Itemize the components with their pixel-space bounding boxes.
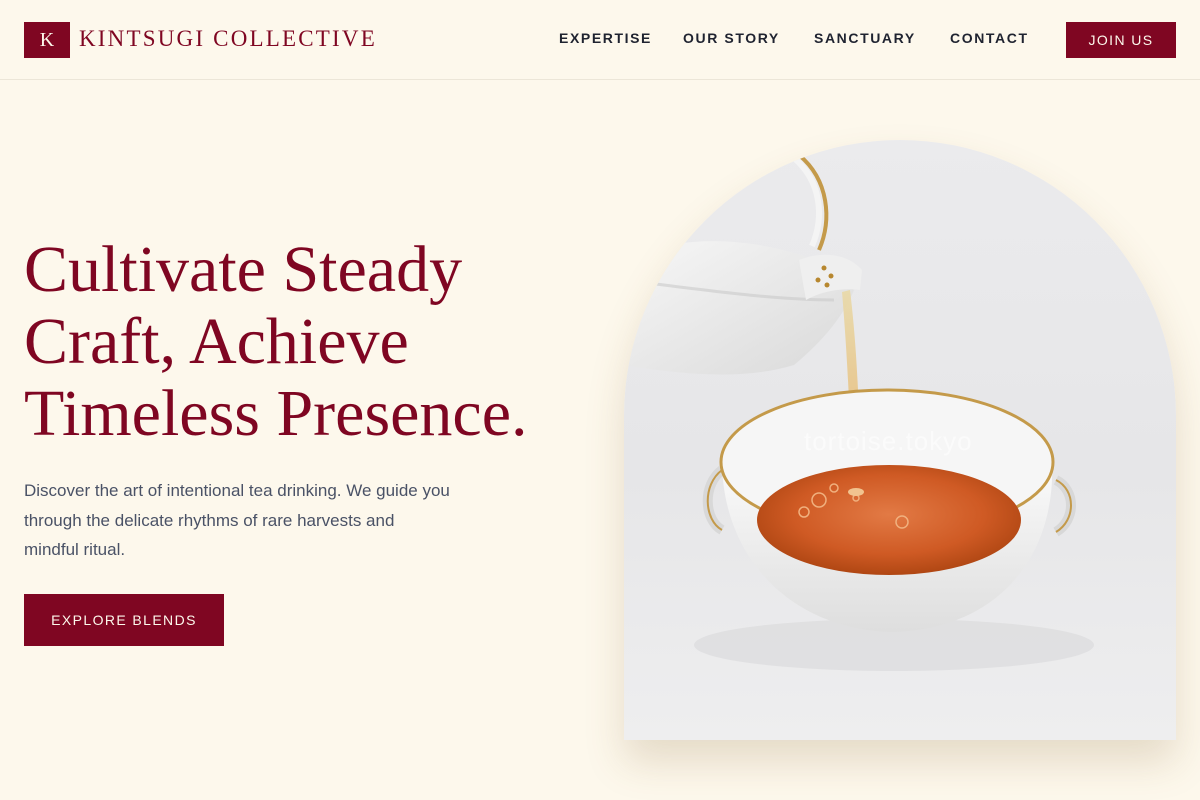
nav-link-expertise[interactable]: EXPERTISE <box>559 30 652 46</box>
hero-title: Cultivate Steady Craft, Achieve Timeless… <box>24 234 604 450</box>
logo-mark[interactable]: K <box>24 22 70 58</box>
hero-subtitle: Discover the art of intentional tea drin… <box>24 476 494 565</box>
join-us-button[interactable]: JOIN US <box>1066 22 1176 58</box>
nav-link-contact[interactable]: CONTACT <box>950 30 1029 46</box>
hero-subtitle-line: mindful ritual. <box>24 540 126 559</box>
nav-link-sanctuary[interactable]: SANCTUARY <box>814 30 916 46</box>
hero-image: tortoise.tokyo <box>624 140 1176 740</box>
hero-title-line: Craft, Achieve <box>24 305 409 378</box>
hero-title-line: Cultivate Steady <box>24 233 463 306</box>
site-header: K KINTSUGI COLLECTIVE EXPERTISE OUR STOR… <box>0 0 1200 80</box>
nav-link-our-story[interactable]: OUR STORY <box>683 30 780 46</box>
hero-title-line: Timeless Presence. <box>24 377 528 450</box>
explore-blends-button[interactable]: EXPLORE BLENDS <box>24 594 224 646</box>
hero-subtitle-line: through the delicate rhythms of rare har… <box>24 510 395 530</box>
brand-name[interactable]: KINTSUGI COLLECTIVE <box>79 26 377 52</box>
image-watermark: tortoise.tokyo <box>804 426 973 456</box>
hero-subtitle-line: Discover the art of intentional tea drin… <box>24 481 450 500</box>
